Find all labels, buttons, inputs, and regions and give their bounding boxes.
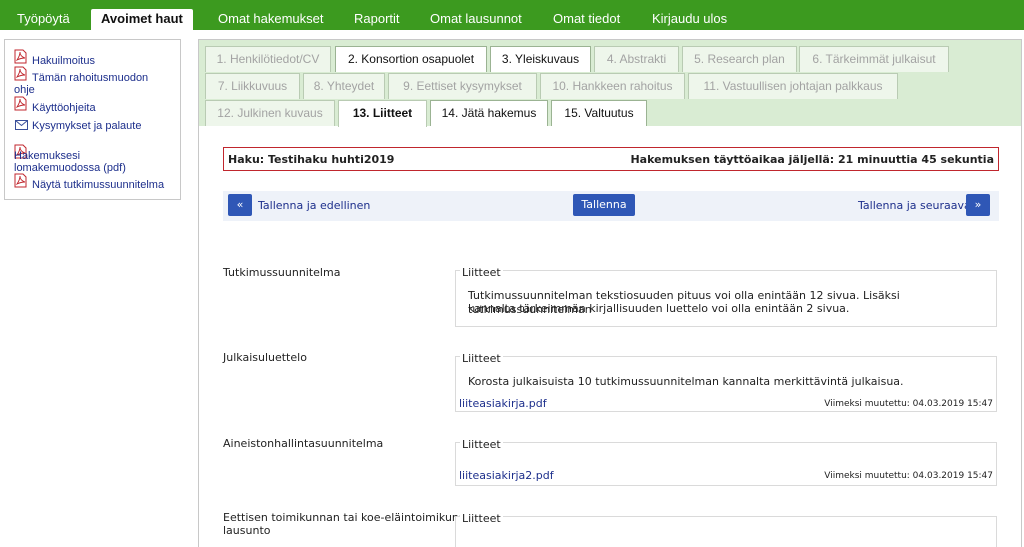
tab-yhteydet: 8. Yhteydet [303,73,385,99]
attachment-box-tutkimussuunnitelma: Liitteet Tutkimussuunnitelman tekstiosuu… [455,266,997,327]
tab-konsortion-osapuolet[interactable]: 2. Konsortion osapuolet [335,46,487,72]
tab-julkinen-kuvaus: 12. Julkinen kuvaus [205,100,335,126]
tab-valtuutus[interactable]: 15. Valtuutus [551,100,647,126]
attachment-instructions-line2: kannalta tärkeimmän kirjallisuuden luett… [468,302,850,315]
tab-hankkeen-rahoitus: 10. Hankkeen rahoitus [540,73,685,99]
sidebar: Hakuilmoitus Tämän rahoitusmuodon ohje K… [4,39,181,200]
last-modified: Viimeksi muutettu: 04.03.2019 15:47 [824,399,993,409]
attachment-file-link[interactable]: liiteasiakirja2.pdf [459,469,554,482]
sidebar-link-nayta-tutkimussuunnitelma[interactable]: Näytä tutkimussuunnitelma [32,179,164,191]
mail-icon [15,120,28,130]
nav-omat-hakemukset[interactable]: Omat hakemukset [218,9,324,29]
haku-title: Haku: Testihaku huhti2019 [228,153,395,166]
save-and-next-link[interactable]: Tallenna ja seuraava [858,199,971,212]
action-bar: « Tallenna ja edellinen Tallenna Tallenn… [223,191,999,221]
tab-bar: 1. Henkilötiedot/CV 2. Konsortion osapuo… [199,40,1021,127]
sidebar-link-hakemuksesi[interactable]: Hakemuksesi [14,150,80,162]
nav-omat-tiedot[interactable]: Omat tiedot [553,9,620,29]
tab-research-plan: 5. Research plan [682,46,797,72]
pdf-icon [14,96,27,111]
tab-yleiskuvaus[interactable]: 3. Yleiskuvaus [490,46,591,72]
haku-info-bar: Haku: Testihaku huhti2019 Hakemuksen täy… [223,147,999,171]
section-label-eettisen-toimikunnan-line2: lausunto [223,524,271,537]
pdf-icon [14,173,27,188]
nav-tyopoyta[interactable]: Työpöytä [17,9,70,29]
tab-abstrakti: 4. Abstrakti [594,46,679,72]
section-label-eettisen-toimikunnan: Eettisen toimikunnan tai koe-eläintoimik… [223,511,480,524]
attachment-heading: Liitteet [460,352,503,365]
tab-eettiset-kysymykset: 9. Eettiset kysymykset [388,73,537,99]
sidebar-link-hakuilmoitus[interactable]: Hakuilmoitus [32,55,95,67]
nav-raportit[interactable]: Raportit [354,9,400,29]
time-remaining: Hakemuksen täyttöaikaa jäljellä: 21 minu… [630,153,994,166]
tab-tarkeimmat-julkaisut: 6. Tärkeimmät julkaisut [799,46,949,72]
section-label-julkaisuluettelo: Julkaisuluettelo [223,351,307,364]
attachment-instructions: Korosta julkaisuista 10 tutkimussuunnite… [468,375,904,388]
attachment-heading: Liitteet [460,266,503,279]
nav-omat-lausunnot[interactable]: Omat lausunnot [430,9,522,29]
prev-button[interactable]: « [228,194,252,216]
tab-liikkuvuus: 7. Liikkuvuus [205,73,300,99]
attachment-box-julkaisuluettelo: Liitteet Korosta julkaisuista 10 tutkimu… [455,352,997,412]
top-nav: Työpöytä Avoimet haut Omat hakemukset Ra… [0,0,1024,30]
section-label-aineistonhallintasuunnitelma: Aineistonhallintasuunnitelma [223,437,384,450]
save-and-previous-link[interactable]: Tallenna ja edellinen [258,199,370,212]
tab-vastuullisen-johtajan-palkkaus: 11. Vastuullisen johtajan palkkaus [688,73,898,99]
pdf-icon [14,49,27,64]
attachment-heading: Liitteet [460,438,503,451]
attachment-heading: Liitteet [460,512,503,525]
nav-avoimet-haut[interactable]: Avoimet haut [91,9,193,30]
sidebar-link-kysymykset[interactable]: Kysymykset ja palaute [32,120,141,132]
sidebar-link-kayttoohjeita[interactable]: Käyttöohjeita [32,102,96,114]
nav-kirjaudu-ulos[interactable]: Kirjaudu ulos [652,9,727,29]
attachment-box-eettinen-lausunto: Liitteet [455,512,997,547]
tab-henkilotiedot: 1. Henkilötiedot/CV [205,46,331,72]
pdf-icon [14,66,27,81]
attachment-box-aineistonhallintasuunnitelma: Liitteet liiteasiakirja2.pdf Viimeksi mu… [455,438,997,486]
sidebar-link-ohje-line2[interactable]: ohje [14,84,35,96]
attachment-file-link[interactable]: liiteasiakirja.pdf [459,397,547,410]
tab-jata-hakemus[interactable]: 14. Jätä hakemus [430,100,548,126]
sidebar-link-hakemuksesi-line2[interactable]: lomakemuodossa (pdf) [14,162,126,174]
main-panel: 1. Henkilötiedot/CV 2. Konsortion osapuo… [198,39,1022,547]
save-button[interactable]: Tallenna [573,194,635,216]
last-modified: Viimeksi muutettu: 04.03.2019 15:47 [824,471,993,481]
next-button[interactable]: » [966,194,990,216]
section-label-tutkimussuunnitelma: Tutkimussuunnitelma [223,266,341,279]
sidebar-link-ohje[interactable]: Tämän rahoitusmuodon [32,72,148,84]
tab-liitteet[interactable]: 13. Liitteet [338,100,427,127]
